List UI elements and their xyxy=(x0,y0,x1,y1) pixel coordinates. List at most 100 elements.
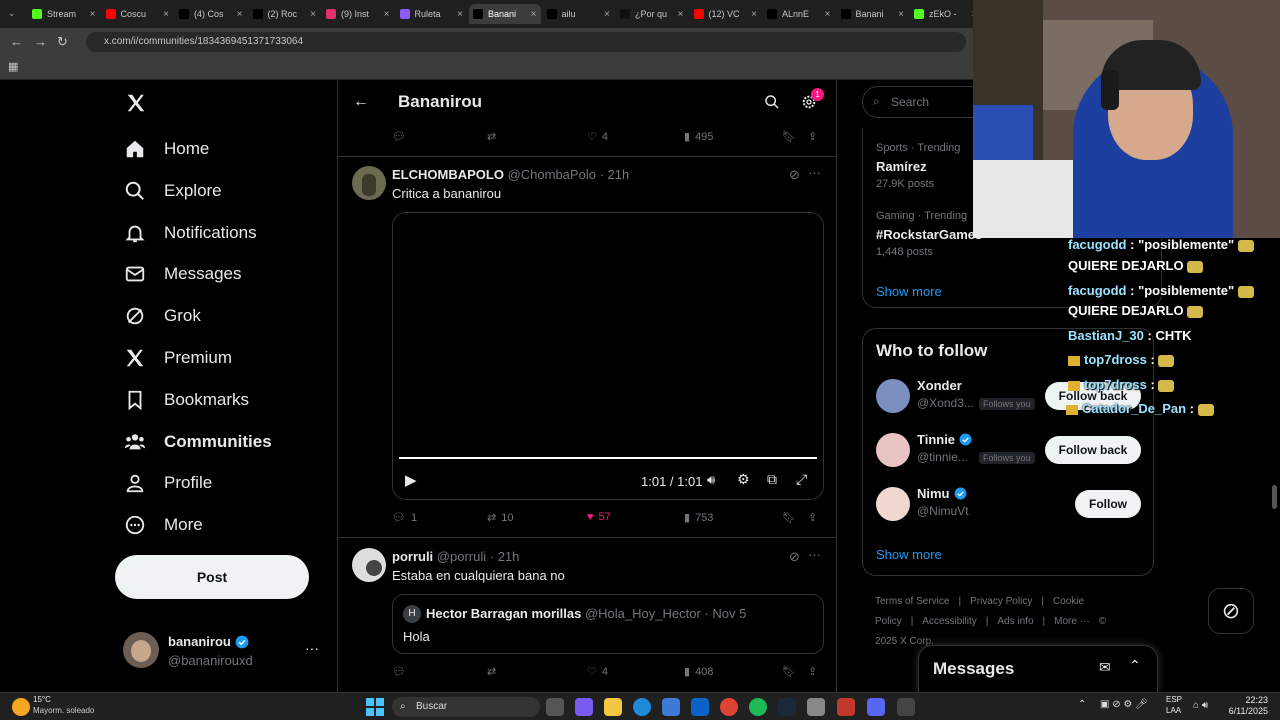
grok-floating-icon[interactable]: ⊘ xyxy=(1208,588,1254,634)
show-more-link[interactable]: Show more xyxy=(876,284,942,299)
nav-item-more[interactable]: More xyxy=(124,514,203,536)
browser-tab[interactable]: Coscu × xyxy=(102,4,174,24)
nav-item-premium[interactable]: Premium xyxy=(124,347,232,369)
browser-tab[interactable]: Ruleta × xyxy=(396,4,468,24)
browser-tab[interactable]: (4) Cos × xyxy=(175,4,247,24)
scrollbar-thumb[interactable] xyxy=(1272,485,1277,509)
messages-drawer[interactable]: Messages ✉ ⌃ xyxy=(918,645,1158,692)
tab-close-icon[interactable]: × xyxy=(457,9,463,20)
tray-icons[interactable]: ▣ ⊘ ⚙ 🎤︎ xyxy=(1100,699,1148,710)
clock-date[interactable]: 6/11/2025 xyxy=(1222,706,1268,716)
outlook-icon[interactable] xyxy=(691,698,709,716)
taskbar-search[interactable]: ⌕ Buscar xyxy=(392,697,540,717)
discord-icon[interactable] xyxy=(867,698,885,716)
chrome-icon[interactable] xyxy=(720,698,738,716)
like-button[interactable]: ♡ 4 xyxy=(587,665,608,679)
footer-link[interactable]: Ads info xyxy=(997,616,1033,627)
store-icon[interactable] xyxy=(662,698,680,716)
steam-icon[interactable] xyxy=(778,698,796,716)
browser-tab[interactable]: (12) VC × xyxy=(690,4,762,24)
file-explorer-icon[interactable] xyxy=(604,698,622,716)
video-settings-icon[interactable]: ⚙ xyxy=(737,471,750,488)
tab-close-icon[interactable]: × xyxy=(90,9,96,20)
browser-tab[interactable]: Stream × xyxy=(28,4,100,24)
task-view-icon[interactable] xyxy=(546,698,564,716)
account-name[interactable]: bananirou xyxy=(168,634,249,649)
footer-link[interactable]: Terms of Service xyxy=(875,596,949,607)
copilot-icon[interactable] xyxy=(575,698,593,716)
grok-icon[interactable]: ⊘ xyxy=(789,167,800,183)
footer-link[interactable]: Accessibility xyxy=(922,616,976,627)
nav-item-bookmarks[interactable]: Bookmarks xyxy=(124,389,249,411)
language[interactable]: ESP xyxy=(1166,695,1182,704)
follow-button[interactable]: Follow xyxy=(1075,490,1141,518)
tab-search-icon[interactable]: ⌄ xyxy=(8,8,16,19)
tab-close-icon[interactable]: × xyxy=(751,9,757,20)
post-time[interactable]: · 21h xyxy=(490,549,520,564)
post-author-handle[interactable]: @ChombaPolo xyxy=(508,167,596,182)
fullscreen-icon[interactable]: ⤢ xyxy=(796,471,807,488)
settings-icon[interactable] xyxy=(807,698,825,716)
tab-close-icon[interactable]: × xyxy=(678,9,684,20)
video-progress-bar[interactable] xyxy=(399,457,817,459)
network-volume-icons[interactable]: ⌂ 🔊︎ xyxy=(1193,700,1208,711)
clock-time[interactable]: 22:23 xyxy=(1226,695,1268,705)
views-button[interactable]: ▮ 753 xyxy=(684,511,713,525)
reply-button[interactable]: 💬︎ xyxy=(392,665,406,678)
footer-link[interactable]: Privacy Policy xyxy=(970,596,1032,607)
nav-item-notifications[interactable]: Notifications xyxy=(124,222,257,244)
tab-close-icon[interactable]: × xyxy=(825,9,831,20)
tab-close-icon[interactable]: × xyxy=(237,9,243,20)
bookmark-icon[interactable]: 🔖︎ xyxy=(782,130,796,143)
avatar[interactable] xyxy=(123,632,159,668)
nav-item-profile[interactable]: Profile xyxy=(124,472,212,494)
avatar[interactable] xyxy=(876,379,910,413)
new-message-icon[interactable]: ✉ xyxy=(1099,659,1111,676)
search-icon[interactable] xyxy=(764,94,780,110)
follow-name[interactable]: Nimu xyxy=(917,486,967,501)
tab-close-icon[interactable]: × xyxy=(604,9,610,20)
follow-button[interactable]: Follow back xyxy=(1045,436,1141,464)
nav-item-grok[interactable]: Grok xyxy=(124,305,201,327)
post-button[interactable]: Post xyxy=(115,555,309,599)
post-author-handle[interactable]: @porruli xyxy=(437,549,486,564)
tab-close-icon[interactable]: × xyxy=(310,9,316,20)
follow-name[interactable]: Tinnie xyxy=(917,432,972,447)
tray-chevron-icon[interactable]: ⌃ xyxy=(1078,699,1086,710)
browser-tab[interactable]: (9) Inst × xyxy=(322,4,394,24)
language-layout[interactable]: LAA xyxy=(1166,706,1181,715)
windows-start-icon[interactable] xyxy=(366,698,384,716)
follow-name[interactable]: Xonder xyxy=(917,378,962,393)
nav-item-home[interactable]: Home xyxy=(124,138,209,160)
tab-close-icon[interactable]: × xyxy=(898,9,904,20)
weather-icon[interactable] xyxy=(12,698,30,716)
grok-icon[interactable]: ⊘ xyxy=(789,549,800,565)
share-icon[interactable]: ⇪ xyxy=(808,130,817,143)
nav-item-communities[interactable]: Communities xyxy=(124,431,272,453)
x-logo-icon[interactable] xyxy=(125,92,147,114)
footer-link[interactable]: More ··· xyxy=(1054,616,1090,627)
browser-tab[interactable]: zEkO -× xyxy=(910,4,982,24)
views-button[interactable]: ▮ 408 xyxy=(684,665,713,679)
nav-item-messages[interactable]: Messages xyxy=(124,263,241,285)
edge-icon[interactable] xyxy=(633,698,651,716)
forward-icon[interactable]: → xyxy=(34,34,47,49)
browser-tab[interactable]: ¿Por qu × xyxy=(616,4,688,24)
tab-close-icon[interactable]: × xyxy=(384,9,390,20)
tab-close-icon[interactable]: × xyxy=(163,9,169,20)
like-button[interactable]: ♡ 4 xyxy=(587,130,608,144)
share-icon[interactable]: ⇪ xyxy=(808,665,817,678)
reply-icon[interactable]: 💬︎ xyxy=(392,130,406,143)
post-more-icon[interactable]: ··· xyxy=(808,547,821,562)
browser-tab[interactable]: ALnnE × xyxy=(763,4,835,24)
browser-tab[interactable]: (2) Roc × xyxy=(249,4,321,24)
video-player[interactable]: ▶ 1:01 / 1:01 🔊︎ ⚙ ⧉ ⤢ xyxy=(392,212,824,500)
bookmark-icon[interactable]: 🔖︎ xyxy=(782,665,796,678)
views-button[interactable]: ▮ 495 xyxy=(684,130,713,144)
browser-tab[interactable]: ailu × xyxy=(543,4,615,24)
show-more-link[interactable]: Show more xyxy=(876,547,942,562)
spotify-icon[interactable] xyxy=(749,698,767,716)
expand-icon[interactable]: ⌃ xyxy=(1129,657,1141,674)
reload-icon[interactable]: ↻ xyxy=(57,34,68,50)
repost-icon[interactable]: ⇄ xyxy=(487,130,496,143)
